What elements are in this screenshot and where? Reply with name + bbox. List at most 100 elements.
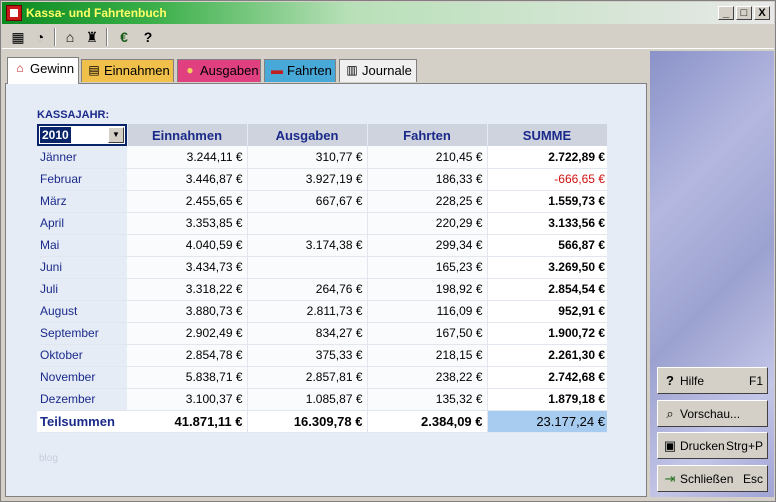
month-cell: Juli	[37, 278, 127, 301]
tab-label: Fahrten	[287, 63, 332, 78]
table-row: Dezember 3.100,37 €1.085,87 €135,32 €1.87…	[37, 388, 607, 411]
total-fahrten: 2.384,09 €	[367, 410, 488, 433]
table-row: Februar 3.446,87 €3.927,19 €186,33 € -666,…	[37, 168, 607, 191]
tab-fahrten[interactable]: ▬ Fahrten	[264, 59, 336, 82]
vorschau-button[interactable]: ⌕ Vorschau...	[657, 400, 768, 427]
table-row: September 2.902,49 €834,27 €167,50 €1.900…	[37, 322, 607, 345]
einnahmen-cell: 3.353,85 €	[127, 212, 248, 235]
bank-icon[interactable]: ⌂	[60, 28, 80, 46]
window-title: Kassa- und Fahrtenbuch	[26, 6, 167, 20]
col-header-einnahmen[interactable]: Einnahmen	[127, 124, 248, 146]
shortcut-label: F1	[748, 374, 763, 388]
title-bar[interactable]: Kassa- und Fahrtenbuch _ □ X	[2, 2, 774, 24]
einnahmen-cell: 3.244,11 €	[127, 146, 248, 169]
help-icon: ?	[666, 373, 674, 388]
month-cell: Juni	[37, 256, 127, 279]
einnahmen-cell: 5.838,71 €	[127, 366, 248, 389]
summe-cell: 566,87 €	[487, 234, 607, 257]
einnahmen-cell: 3.880,73 €	[127, 300, 248, 323]
tab-ausgaben[interactable]: ● Ausgaben	[177, 59, 261, 82]
car-icon: ▬	[271, 63, 283, 77]
fahrten-cell: 228,25 €	[367, 190, 488, 213]
month-cell: März	[37, 190, 127, 213]
einnahmen-cell: 3.318,22 €	[127, 278, 248, 301]
einnahmen-cell: 3.100,37 €	[127, 388, 248, 411]
tab-journale[interactable]: ▥ Journale	[339, 59, 417, 82]
button-label: Vorschau...	[680, 407, 741, 421]
house-icon: ⌂	[16, 61, 24, 75]
month-cell: April	[37, 212, 127, 235]
ausgaben-cell: 2.811,73 €	[247, 300, 368, 323]
summe-cell: -666,65 €	[487, 168, 607, 191]
year-select[interactable]: 2010 ▼	[37, 124, 127, 146]
table-row: März 2.455,65 €667,67 €228,25 €1.559,73 €	[37, 190, 607, 213]
einnahmen-cell: 4.040,59 €	[127, 234, 248, 257]
col-header-summe[interactable]: SUMME	[487, 124, 608, 146]
table-row: Jänner 3.244,11 €310,77 €210,45 €2.722,89…	[37, 146, 607, 169]
exit-door-icon: ⇥	[664, 471, 676, 486]
month-cell: Dezember	[37, 388, 127, 411]
total-einnahmen: 41.871,11 €	[127, 410, 248, 433]
summe-cell: 2.261,30 €	[487, 344, 607, 367]
summe-cell: 1.879,18 €	[487, 388, 607, 411]
side-panel: ? Hilfe F1 ⌕ Vorschau... ▣ Drucken Strg+…	[650, 51, 774, 497]
table-row: Mai 4.040,59 €3.174,38 €299,34 €566,87 €	[37, 234, 607, 257]
close-button[interactable]: X	[754, 6, 770, 20]
table-row: April 3.353,85 € 220,29 €3.133,56 €	[37, 212, 607, 235]
fahrten-cell: 167,50 €	[367, 322, 488, 345]
einnahmen-cell: 2.455,65 €	[127, 190, 248, 213]
coins-icon: ●	[186, 63, 194, 77]
drucken-button[interactable]: ▣ Drucken Strg+P	[657, 432, 768, 459]
month-cell: November	[37, 366, 127, 389]
printer-icon: ▣	[663, 438, 677, 453]
total-row: Teilsummen 41.871,11 €16.309,78 €2.384,09…	[37, 410, 607, 433]
button-label: Hilfe	[680, 374, 705, 388]
tab-gewinn[interactable]: ⌂ Gewinn	[7, 57, 79, 84]
ausgaben-cell	[247, 212, 368, 235]
summe-cell: 2.722,89 €	[487, 146, 607, 169]
watermark-text: blog	[39, 453, 58, 464]
app-window: Kassa- und Fahrtenbuch _ □ X ▦ ◔ ⌂ ♜ € ?…	[0, 0, 776, 502]
ausgaben-cell: 264,76 €	[247, 278, 368, 301]
button-label: Drucken	[680, 439, 725, 453]
col-header-fahrten[interactable]: Fahrten	[367, 124, 488, 146]
fahrten-cell: 198,92 €	[367, 278, 488, 301]
total-label: Teilsummen	[37, 410, 127, 433]
col-header-ausgaben[interactable]: Ausgaben	[247, 124, 368, 146]
calculator-icon[interactable]: ▦	[8, 28, 28, 46]
month-cell: August	[37, 300, 127, 323]
table-row: August 3.880,73 €2.811,73 €116,09 €952,91…	[37, 300, 607, 323]
table-row: Oktober 2.854,78 €375,33 €218,15 €2.261,3…	[37, 344, 607, 367]
summe-cell: 2.742,68 €	[487, 366, 607, 389]
toolbar-separator	[54, 28, 56, 46]
hilfe-button[interactable]: ? Hilfe F1	[657, 367, 768, 394]
fahrten-cell: 238,22 €	[367, 366, 488, 389]
euro-icon[interactable]: €	[114, 28, 134, 46]
summe-cell: 1.900,72 €	[487, 322, 607, 345]
clock-icon[interactable]: ◔	[30, 28, 50, 46]
chevron-down-icon[interactable]: ▼	[108, 127, 124, 143]
help-icon[interactable]: ?	[138, 28, 158, 46]
profit-table: Einnahmen Ausgaben Fahrten SUMME Jänner 3…	[37, 124, 608, 433]
einnahmen-cell: 3.446,87 €	[127, 168, 248, 191]
summe-cell: 1.559,73 €	[487, 190, 607, 213]
toolbar-separator	[106, 28, 108, 46]
fahrten-cell: 186,33 €	[367, 168, 488, 191]
tab-label: Einnahmen	[104, 63, 170, 78]
summe-cell: 3.269,50 €	[487, 256, 607, 279]
minimize-button[interactable]: _	[718, 6, 734, 20]
coat-of-arms-icon[interactable]: ♜	[82, 28, 102, 46]
month-cell: Oktober	[37, 344, 127, 367]
table-row: November 5.838,71 €2.857,81 €238,22 €2.74…	[37, 366, 607, 389]
tab-label: Journale	[362, 63, 412, 78]
ausgaben-cell: 834,27 €	[247, 322, 368, 345]
tab-einnahmen[interactable]: ▤ Einnahmen	[81, 59, 174, 82]
summe-cell: 2.854,54 €	[487, 278, 607, 301]
fahrten-cell: 165,23 €	[367, 256, 488, 279]
maximize-button[interactable]: □	[736, 6, 752, 20]
cash-register-icon: ▤	[88, 63, 100, 77]
schliessen-button[interactable]: ⇥ Schließen Esc	[657, 465, 768, 492]
fahrten-cell: 218,15 €	[367, 344, 488, 367]
ausgaben-cell: 3.927,19 €	[247, 168, 368, 191]
einnahmen-cell: 3.434,73 €	[127, 256, 248, 279]
